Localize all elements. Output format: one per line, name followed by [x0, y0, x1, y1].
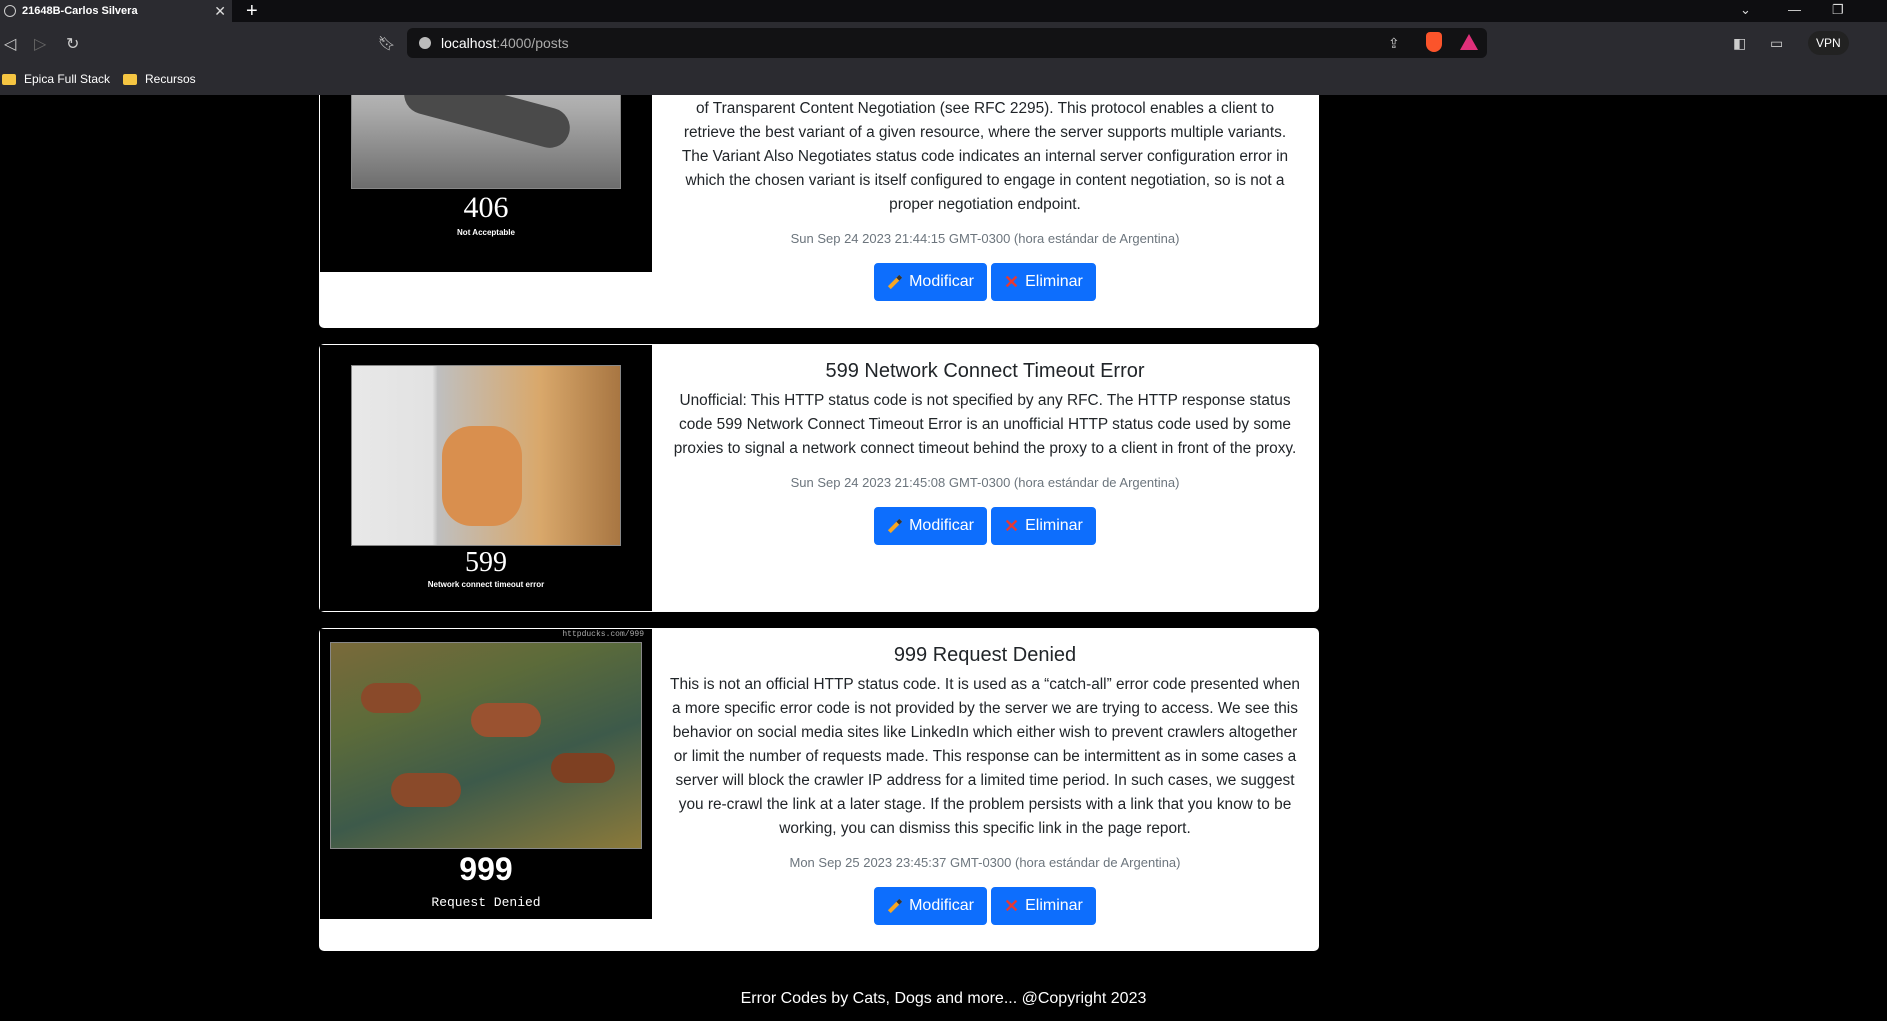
forward-icon[interactable]: ▷: [34, 34, 46, 54]
post-body: of Transparent Content Negotiation (see …: [669, 97, 1301, 301]
bookmarks-bar: Epica Full Stack Recursos: [0, 66, 1887, 95]
delete-button[interactable]: ✕ Eliminar: [991, 887, 1096, 925]
site-info-icon[interactable]: [419, 37, 431, 49]
tab-search-icon[interactable]: ⌄: [1740, 2, 1751, 18]
post-date: Mon Sep 25 2023 23:45:37 GMT-0300 (hora …: [789, 855, 1181, 870]
pencil-icon: [888, 518, 903, 534]
globe-icon: [4, 5, 16, 17]
pencil-icon: [888, 898, 903, 914]
folder-icon: [2, 73, 16, 85]
image-caption: Network connect timeout error: [427, 580, 545, 589]
post-title: 999 Request Denied: [893, 644, 1077, 666]
restore-icon[interactable]: ❐: [1832, 2, 1844, 18]
cross-icon: ✕: [1004, 515, 1020, 536]
page-content: 406 Not Acceptable of Transparent Conten…: [0, 95, 1887, 1021]
active-tab[interactable]: 21648B-Carlos Silvera ✕: [0, 0, 232, 22]
post-card: 406 Not Acceptable of Transparent Conten…: [319, 95, 1319, 328]
post-date: Sun Sep 24 2023 21:44:15 GMT-0300 (hora …: [790, 231, 1180, 246]
image-watermark: httpducks.com/999: [562, 630, 644, 639]
image-caption: Request Denied: [431, 895, 541, 910]
modify-label: Modificar: [909, 897, 974, 914]
post-image: httpducks.com/999 999 Request Denied: [320, 629, 652, 919]
tab-strip: 21648B-Carlos Silvera ✕ + ⌄ — ❐: [0, 0, 1887, 22]
new-tab-icon[interactable]: +: [246, 0, 258, 22]
reload-icon[interactable]: ↻: [66, 34, 79, 54]
pencil-icon: [888, 274, 903, 290]
delete-label: Eliminar: [1025, 897, 1083, 914]
post-actions: Modificar ✕ Eliminar: [669, 887, 1301, 925]
modify-label: Modificar: [909, 517, 974, 534]
delete-label: Eliminar: [1025, 517, 1083, 534]
post-title: 599 Network Connect Timeout Error: [825, 360, 1145, 382]
post-description: of Transparent Content Negotiation (see …: [681, 100, 1289, 213]
image-code: 599: [465, 547, 507, 578]
cat-photo: [351, 95, 621, 189]
bookmark-label: Recursos: [145, 72, 196, 86]
modify-label: Modificar: [909, 273, 974, 290]
modify-button[interactable]: Modificar: [874, 263, 987, 301]
brave-shields-icon[interactable]: [1426, 32, 1442, 52]
modify-button[interactable]: Modificar: [874, 507, 987, 545]
image-caption: Not Acceptable: [457, 228, 515, 237]
url-path: :4000/posts: [496, 35, 569, 51]
post-image: 599 Network connect timeout error: [320, 345, 652, 611]
bookmark-epica[interactable]: Epica Full Stack: [2, 72, 110, 86]
vpn-button[interactable]: VPN: [1808, 31, 1849, 55]
delete-button[interactable]: ✕ Eliminar: [991, 507, 1096, 545]
bookmark-label: Epica Full Stack: [24, 72, 111, 86]
bookmark-recursos[interactable]: Recursos: [123, 72, 196, 86]
browser-toolbar: ◁ ▷ ↻ 🔖︎ localhost:4000/posts ⇪ ◧ ▭ VPN: [0, 22, 1887, 66]
cross-icon: ✕: [1004, 895, 1020, 916]
delete-button[interactable]: ✕ Eliminar: [991, 263, 1096, 301]
post-description: This is not an official HTTP status code…: [670, 676, 1300, 837]
sidebar-icon[interactable]: ◧: [1733, 35, 1746, 52]
post-actions: Modificar ✕ Eliminar: [669, 507, 1301, 545]
image-code: 999: [459, 851, 513, 887]
modify-button[interactable]: Modificar: [874, 887, 987, 925]
folder-icon: [123, 73, 137, 85]
page-footer: Error Codes by Cats, Dogs and more... @C…: [740, 990, 1147, 1007]
post-actions: Modificar ✕ Eliminar: [669, 263, 1301, 301]
brave-rewards-icon[interactable]: [1460, 34, 1478, 50]
close-tab-icon[interactable]: ✕: [214, 3, 226, 20]
delete-label: Eliminar: [1025, 273, 1083, 290]
cross-icon: ✕: [1004, 271, 1020, 292]
post-card: httpducks.com/999 999 Request Denied 999…: [319, 628, 1319, 951]
post-body: 599 Network Connect Timeout Error Unoffi…: [669, 360, 1301, 545]
post-description: Unofficial: This HTTP status code is not…: [673, 392, 1297, 457]
post-image: 406 Not Acceptable: [320, 95, 652, 272]
post-body: 999 Request Denied This is not an offici…: [669, 644, 1301, 925]
cat-photo: [351, 365, 621, 546]
image-code: 406: [463, 191, 509, 224]
back-icon[interactable]: ◁: [4, 34, 16, 54]
share-icon[interactable]: ⇪: [1388, 35, 1400, 52]
minimize-icon[interactable]: —: [1788, 2, 1801, 17]
ducks-photo: [330, 642, 642, 849]
url-host: localhost: [441, 35, 497, 51]
bookmark-icon[interactable]: 🔖︎: [378, 35, 396, 52]
post-card: 599 Network connect timeout error 599 Ne…: [319, 344, 1319, 612]
tab-title: 21648B-Carlos Silvera: [22, 5, 138, 17]
address-bar[interactable]: localhost:4000/posts: [407, 28, 1487, 58]
post-date: Sun Sep 24 2023 21:45:08 GMT-0300 (hora …: [790, 475, 1180, 490]
wallet-icon[interactable]: ▭: [1770, 35, 1783, 52]
